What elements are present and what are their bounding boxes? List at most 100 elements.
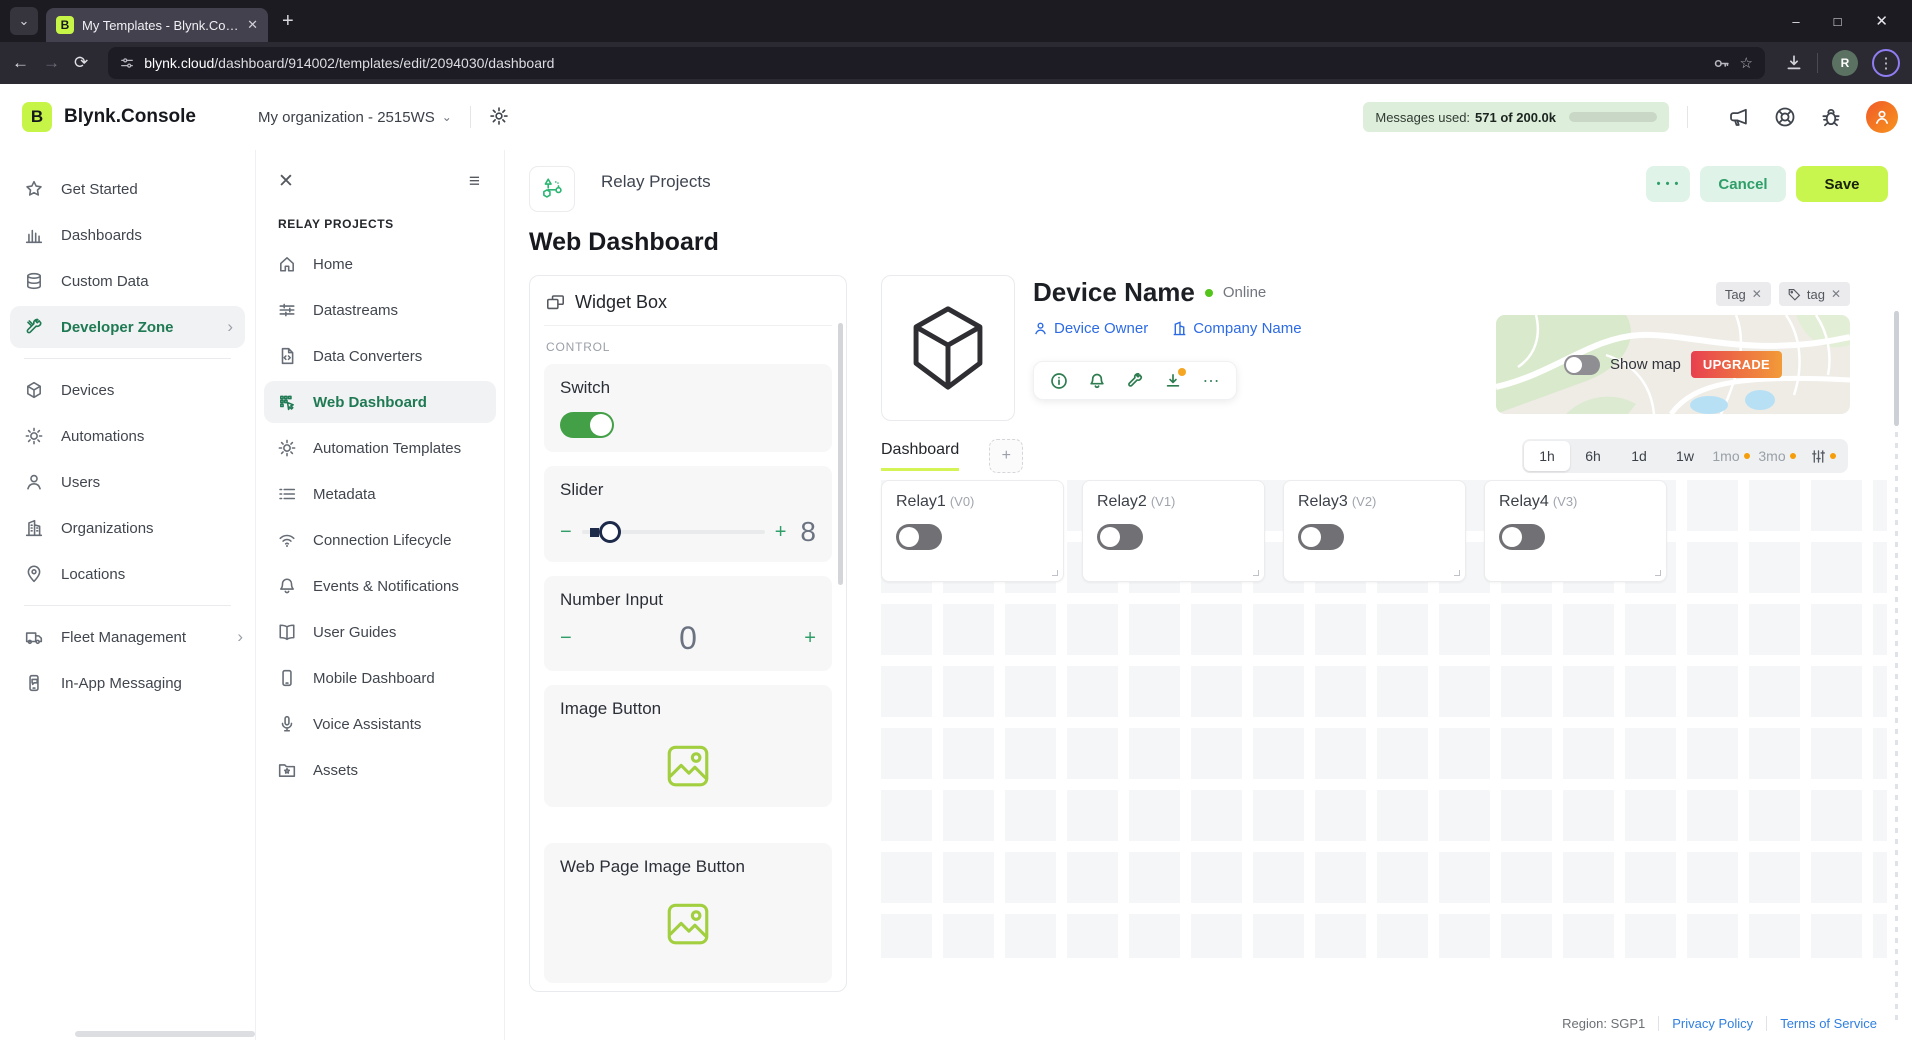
sidebar-horizontal-scrollbar[interactable] <box>75 1031 255 1037</box>
widget-box-scrollbar[interactable] <box>838 323 843 585</box>
browser-profile-avatar[interactable]: R <box>1832 50 1858 76</box>
relay-switch[interactable] <box>1097 524 1143 550</box>
template-nav-connection-lifecycle[interactable]: Connection Lifecycle <box>256 519 504 561</box>
time-range-3mo[interactable]: 3mo <box>1754 441 1800 471</box>
device-info-icon[interactable] <box>1050 372 1068 390</box>
close-template-icon[interactable]: ✕ <box>278 170 294 193</box>
time-range-1w[interactable]: 1w <box>1662 441 1708 471</box>
relay-widget[interactable]: Relay1 (V0) <box>881 480 1064 582</box>
minimize-button[interactable]: – <box>1792 14 1799 29</box>
device-owner-link[interactable]: Device Owner <box>1033 320 1148 337</box>
sidebar-item-custom-data[interactable]: Custom Data <box>0 260 255 302</box>
browser-menu-button[interactable]: ⋮ <box>1872 49 1900 77</box>
sidebar-item-in-app-messaging[interactable]: In-App Messaging <box>0 662 255 704</box>
time-range-1h[interactable]: 1h <box>1524 441 1570 471</box>
time-range-custom-filter[interactable] <box>1800 441 1846 471</box>
switch-toggle[interactable] <box>560 412 614 438</box>
widget-web-image-button-card[interactable]: Web Page Image Button <box>544 843 832 983</box>
device-more-icon[interactable] <box>1202 372 1220 390</box>
sidebar-item-developer-zone[interactable]: Developer Zone › <box>10 306 245 348</box>
template-nav-data-converters[interactable]: Data Converters <box>256 335 504 377</box>
support-lifebuoy-icon[interactable] <box>1774 106 1796 128</box>
sidebar-item-fleet-management[interactable]: Fleet Management › <box>0 616 255 658</box>
back-button[interactable]: ← <box>12 53 29 73</box>
downloads-icon[interactable] <box>1785 54 1803 72</box>
plus-icon[interactable]: + <box>804 627 816 650</box>
show-map-toggle[interactable] <box>1564 354 1600 375</box>
announcements-megaphone-icon[interactable] <box>1728 106 1750 128</box>
template-nav-mobile-dashboard[interactable]: Mobile Dashboard <box>256 657 504 699</box>
sidebar-item-automations[interactable]: Automations <box>0 415 255 457</box>
remove-tag-icon[interactable]: ✕ <box>1831 287 1841 301</box>
browser-tab[interactable]: B My Templates - Blynk.Console ✕ <box>46 8 268 42</box>
terms-of-service-link[interactable]: Terms of Service <box>1766 1015 1890 1031</box>
time-range-1d[interactable]: 1d <box>1616 441 1662 471</box>
password-key-icon[interactable] <box>1713 55 1730 72</box>
blynk-logo[interactable]: B <box>22 102 52 132</box>
company-name-link[interactable]: Company Name <box>1172 320 1302 337</box>
template-nav-datastreams[interactable]: Datastreams <box>256 289 504 331</box>
dashboard-tab[interactable]: Dashboard <box>881 441 960 471</box>
url-bar[interactable]: blynk.cloud/dashboard/914002/templates/e… <box>108 47 1765 79</box>
widget-number-input-card[interactable]: Number Input − 0 + <box>544 576 832 671</box>
relay-switch[interactable] <box>1298 524 1344 550</box>
resize-handle[interactable] <box>1454 570 1460 576</box>
sidebar-item-locations[interactable]: Locations <box>0 553 255 595</box>
template-menu-icon[interactable]: ≡ <box>469 171 480 193</box>
template-nav-user-guides[interactable]: User Guides <box>256 611 504 653</box>
widget-slider-card[interactable]: Slider − + 8 <box>544 466 832 562</box>
relay-widget[interactable]: Relay2 (V1) <box>1082 480 1265 582</box>
template-nav-assets[interactable]: Assets <box>256 749 504 791</box>
tag-chip[interactable]: tag ✕ <box>1778 282 1850 306</box>
close-button[interactable]: ✕ <box>1875 12 1888 30</box>
template-nav-automation-templates[interactable]: Automation Templates <box>256 427 504 469</box>
device-notifications-icon[interactable] <box>1088 372 1106 390</box>
relay-switch[interactable] <box>896 524 942 550</box>
bookmark-star-icon[interactable]: ☆ <box>1740 54 1753 72</box>
remove-tag-icon[interactable]: ✕ <box>1752 287 1762 301</box>
relay-widget[interactable]: Relay3 (V2) <box>1283 480 1466 582</box>
tag-chip[interactable]: Tag ✕ <box>1715 282 1771 306</box>
sidebar-item-devices[interactable]: Devices <box>0 369 255 411</box>
time-range-1mo[interactable]: 1mo <box>1708 441 1754 471</box>
resize-handle[interactable] <box>1052 570 1058 576</box>
widget-image-button-card[interactable]: Image Button <box>544 685 832 807</box>
minus-icon[interactable]: − <box>560 521 572 544</box>
save-button[interactable]: Save <box>1796 166 1888 202</box>
report-bug-icon[interactable] <box>1820 106 1842 128</box>
upgrade-button[interactable]: UPGRADE <box>1690 351 1782 378</box>
template-nav-voice-assistants[interactable]: Voice Assistants <box>256 703 504 745</box>
tab-list-button[interactable]: ⌄ <box>10 7 38 35</box>
cancel-button[interactable]: Cancel <box>1700 166 1786 202</box>
sidebar-item-dashboards[interactable]: Dashboards <box>0 214 255 256</box>
add-tab-button[interactable]: + <box>989 439 1024 473</box>
device-download-icon[interactable] <box>1164 367 1186 390</box>
tab-close-icon[interactable]: ✕ <box>247 17 258 33</box>
device-developer-tools-icon[interactable] <box>1126 372 1144 390</box>
relay-switch[interactable] <box>1499 524 1545 550</box>
slider-track[interactable] <box>581 521 765 543</box>
user-avatar[interactable] <box>1866 101 1898 133</box>
sidebar-item-users[interactable]: Users <box>0 461 255 503</box>
widget-grid[interactable]: Relay1 (V0) Relay2 (V1) Relay3 (V2) Rela… <box>881 480 1887 958</box>
new-tab-button[interactable]: + <box>282 10 294 33</box>
resize-handle[interactable] <box>1655 570 1661 576</box>
plus-icon[interactable]: + <box>775 521 787 544</box>
reload-button[interactable]: ⟳ <box>74 53 88 73</box>
more-actions-button[interactable]: • • • <box>1646 166 1690 202</box>
settings-gear-icon[interactable] <box>489 106 511 128</box>
resize-handle[interactable] <box>1253 570 1259 576</box>
template-nav-web-dashboard[interactable]: Web Dashboard <box>264 381 496 423</box>
relay-widget[interactable]: Relay4 (V3) <box>1484 480 1667 582</box>
template-nav-events-notifications[interactable]: Events & Notifications <box>256 565 504 607</box>
sidebar-item-get-started[interactable]: Get Started <box>0 168 255 210</box>
template-nav-metadata[interactable]: Metadata <box>256 473 504 515</box>
minus-icon[interactable]: − <box>560 627 572 650</box>
slider-knob[interactable] <box>598 521 621 543</box>
forward-button[interactable]: → <box>43 53 60 73</box>
content-scrollbar-thumb[interactable] <box>1894 311 1899 426</box>
organization-selector[interactable]: My organization - 2515WS ⌄ <box>258 109 452 126</box>
widget-switch-card[interactable]: Switch <box>544 364 832 452</box>
template-nav-home[interactable]: Home <box>256 243 504 285</box>
time-range-6h[interactable]: 6h <box>1570 441 1616 471</box>
